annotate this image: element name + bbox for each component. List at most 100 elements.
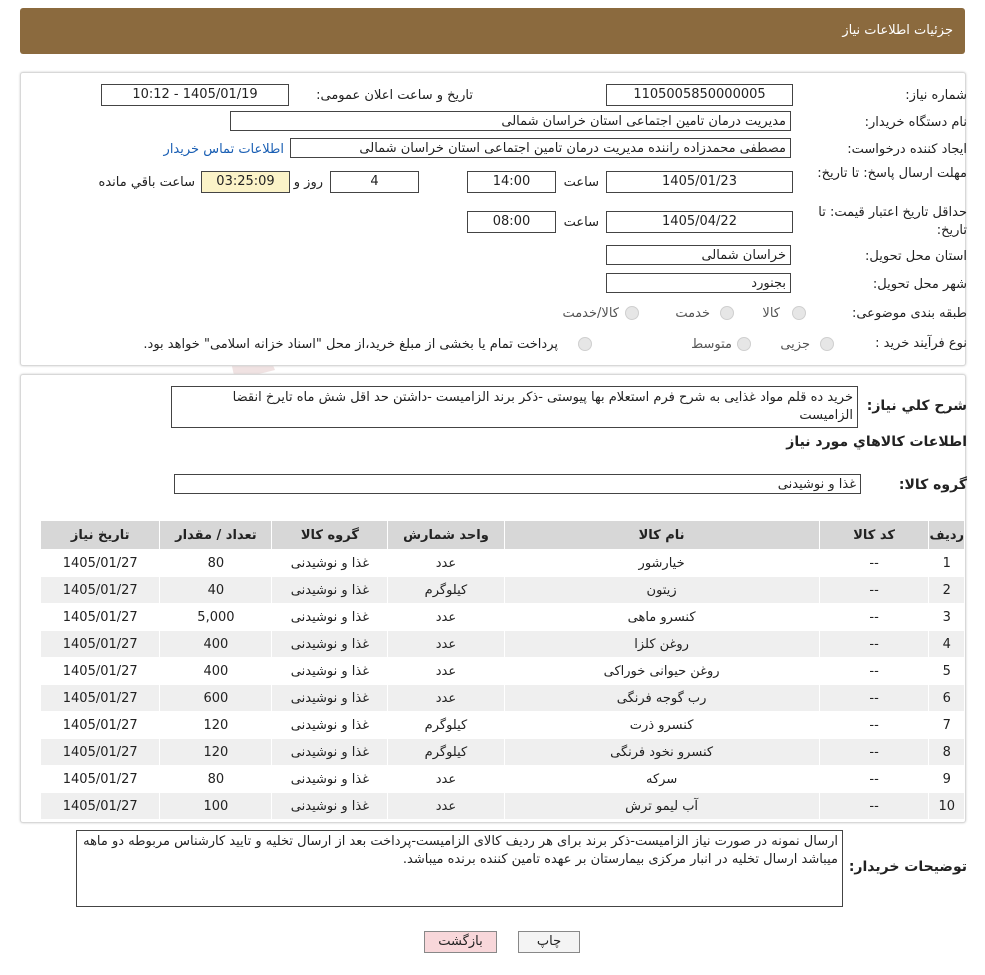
validity-time-label: ساعت — [563, 215, 599, 230]
desc-label: شرح کلي نياز: — [866, 398, 967, 414]
cell-unit: عدد — [387, 765, 505, 793]
cell-date: 1405/01/27 — [39, 657, 161, 685]
cell-name: روغن حیوانی خوراکی — [503, 657, 820, 685]
cell-unit: عدد — [387, 792, 505, 820]
category-option-goods-service: کالا/خدمت — [562, 306, 619, 321]
cell-group: غذا و نوشیدنی — [271, 792, 389, 820]
cell-quantity: 100 — [159, 792, 273, 820]
cell-date: 1405/01/27 — [39, 630, 161, 658]
cell-quantity: 40 — [159, 576, 273, 604]
cell-code: -- — [818, 630, 930, 658]
col-unit: واحد شمارش — [387, 520, 505, 550]
cell-date: 1405/01/27 — [39, 549, 161, 577]
cell-group: غذا و نوشیدنی — [271, 603, 389, 631]
reply-time-label: ساعت — [563, 175, 599, 190]
cell-row: 1 — [928, 549, 965, 577]
cell-unit: عدد — [387, 549, 505, 577]
days-field: 4 — [330, 171, 419, 193]
cell-group: غذا و نوشیدنی — [271, 549, 389, 577]
cell-name: سرکه — [503, 765, 820, 793]
cell-date: 1405/01/27 — [39, 576, 161, 604]
cell-code: -- — [818, 738, 930, 766]
category-label: طبقه بندی موضوعی: — [851, 306, 967, 321]
cell-code: -- — [818, 711, 930, 739]
announce-label: تاریخ و ساعت اعلان عمومی: — [316, 88, 473, 103]
col-date: تاریخ نیاز — [39, 520, 161, 550]
col-row: رديف — [928, 520, 965, 550]
cell-row: 6 — [928, 684, 965, 712]
cell-date: 1405/01/27 — [39, 711, 161, 739]
cell-date: 1405/01/27 — [39, 765, 161, 793]
cell-group: غذا و نوشیدنی — [271, 765, 389, 793]
cell-code: -- — [818, 765, 930, 793]
cell-name: روغن کلزا — [503, 630, 820, 658]
cell-unit: کیلوگرم — [387, 576, 505, 604]
cell-group: غذا و نوشیدنی — [271, 576, 389, 604]
desc-field: خرید ده قلم مواد غذایی به شرح فرم استعلا… — [171, 386, 858, 428]
buyer-contact-link[interactable]: اطلاعات تماس خریدار — [164, 142, 284, 157]
cell-row: 5 — [928, 657, 965, 685]
page-header: جزئیات اطلاعات نیاز — [20, 8, 965, 54]
cell-name: رب گوجه فرنگی — [503, 684, 820, 712]
cell-quantity: 5,000 — [159, 603, 273, 631]
days-label: روز و — [293, 175, 323, 190]
group-label: گروه کالا: — [898, 477, 967, 493]
cell-row: 9 — [928, 765, 965, 793]
process-label: نوع فرآیند خرید : — [875, 336, 967, 351]
city-label: شهر محل تحویل: — [872, 277, 967, 292]
table-row: 1 -- خیارشور عدد غذا و نوشیدنی 80 1405/01/27 — [39, 549, 965, 577]
cell-group: غذا و نوشیدنی — [271, 711, 389, 739]
validity-time-field: 08:00 — [467, 211, 556, 233]
table-row: 6 -- رب گوجه فرنگی عدد غذا و نوشیدنی 600 1405/… — [39, 684, 965, 712]
col-group: گروه کالا — [271, 520, 389, 550]
creator-label: ایجاد کننده درخواست: — [847, 142, 967, 157]
category-radio-goods[interactable] — [792, 306, 806, 320]
cell-unit: کیلوگرم — [387, 711, 505, 739]
table-row: 5 -- روغن حیوانی خوراکی عدد غذا و نوشیدنی 400… — [39, 657, 965, 685]
cell-quantity: 600 — [159, 684, 273, 712]
cell-code: -- — [818, 603, 930, 631]
cell-unit: کیلوگرم — [387, 738, 505, 766]
announce-field: 1405/01/19 - 10:12 — [101, 84, 289, 106]
category-radio-service[interactable] — [720, 306, 734, 320]
buyer-org-label: نام دستگاه خريدار: — [864, 115, 967, 130]
table-row: 3 -- کنسرو ماهی عدد غذا و نوشیدنی 5,000 1405/0… — [39, 603, 965, 631]
process-radio-minor[interactable] — [820, 337, 834, 351]
cell-quantity: 80 — [159, 549, 273, 577]
print-button[interactable]: چاپ — [518, 931, 580, 953]
cell-group: غذا و نوشیدنی — [271, 684, 389, 712]
remaining-time-label: ساعت باقي مانده — [98, 175, 195, 190]
cell-quantity: 120 — [159, 738, 273, 766]
cell-row: 2 — [928, 576, 965, 604]
cell-unit: عدد — [387, 603, 505, 631]
creator-field: مصطفی محمدزاده راننده مدیریت درمان تامین… — [290, 138, 791, 158]
back-button[interactable]: بازگشت — [424, 931, 497, 953]
table-row: 4 -- روغن کلزا عدد غذا و نوشیدنی 400 1405/01/2… — [39, 630, 965, 658]
cell-unit: عدد — [387, 684, 505, 712]
table-row: 7 -- کنسرو ذرت کیلوگرم غذا و نوشیدنی 120 1405/… — [39, 711, 965, 739]
process-radio-medium[interactable] — [737, 337, 751, 351]
cell-code: -- — [818, 549, 930, 577]
table-row: 9 -- سرکه عدد غذا و نوشیدنی 80 1405/01/27 — [39, 765, 965, 793]
category-radio-goods-service[interactable] — [625, 306, 639, 320]
need-number-label: شماره نیاز: — [905, 88, 967, 103]
process-option-minor: جزیی — [780, 337, 810, 352]
cell-code: -- — [818, 684, 930, 712]
cell-name: زیتون — [503, 576, 820, 604]
category-option-service: خدمت — [675, 306, 710, 321]
cell-date: 1405/01/27 — [39, 792, 161, 820]
buyer-notes-label: توضیحات خریدار: — [848, 859, 967, 875]
cell-code: -- — [818, 576, 930, 604]
cell-quantity: 400 — [159, 630, 273, 658]
province-field: خراسان شمالی — [606, 245, 791, 265]
remaining-time-field: 03:25:09 — [201, 171, 290, 193]
col-code: کد کالا — [818, 520, 930, 550]
cell-group: غذا و نوشیدنی — [271, 657, 389, 685]
cell-row: 4 — [928, 630, 965, 658]
cell-group: غذا و نوشیدنی — [271, 738, 389, 766]
cell-name: خیارشور — [503, 549, 820, 577]
process-radio-treasury[interactable] — [578, 337, 592, 351]
table-row: 2 -- زیتون کیلوگرم غذا و نوشیدنی 40 1405/01/27 — [39, 576, 965, 604]
cell-code: -- — [818, 657, 930, 685]
reply-date-field: 1405/01/23 — [606, 171, 793, 193]
